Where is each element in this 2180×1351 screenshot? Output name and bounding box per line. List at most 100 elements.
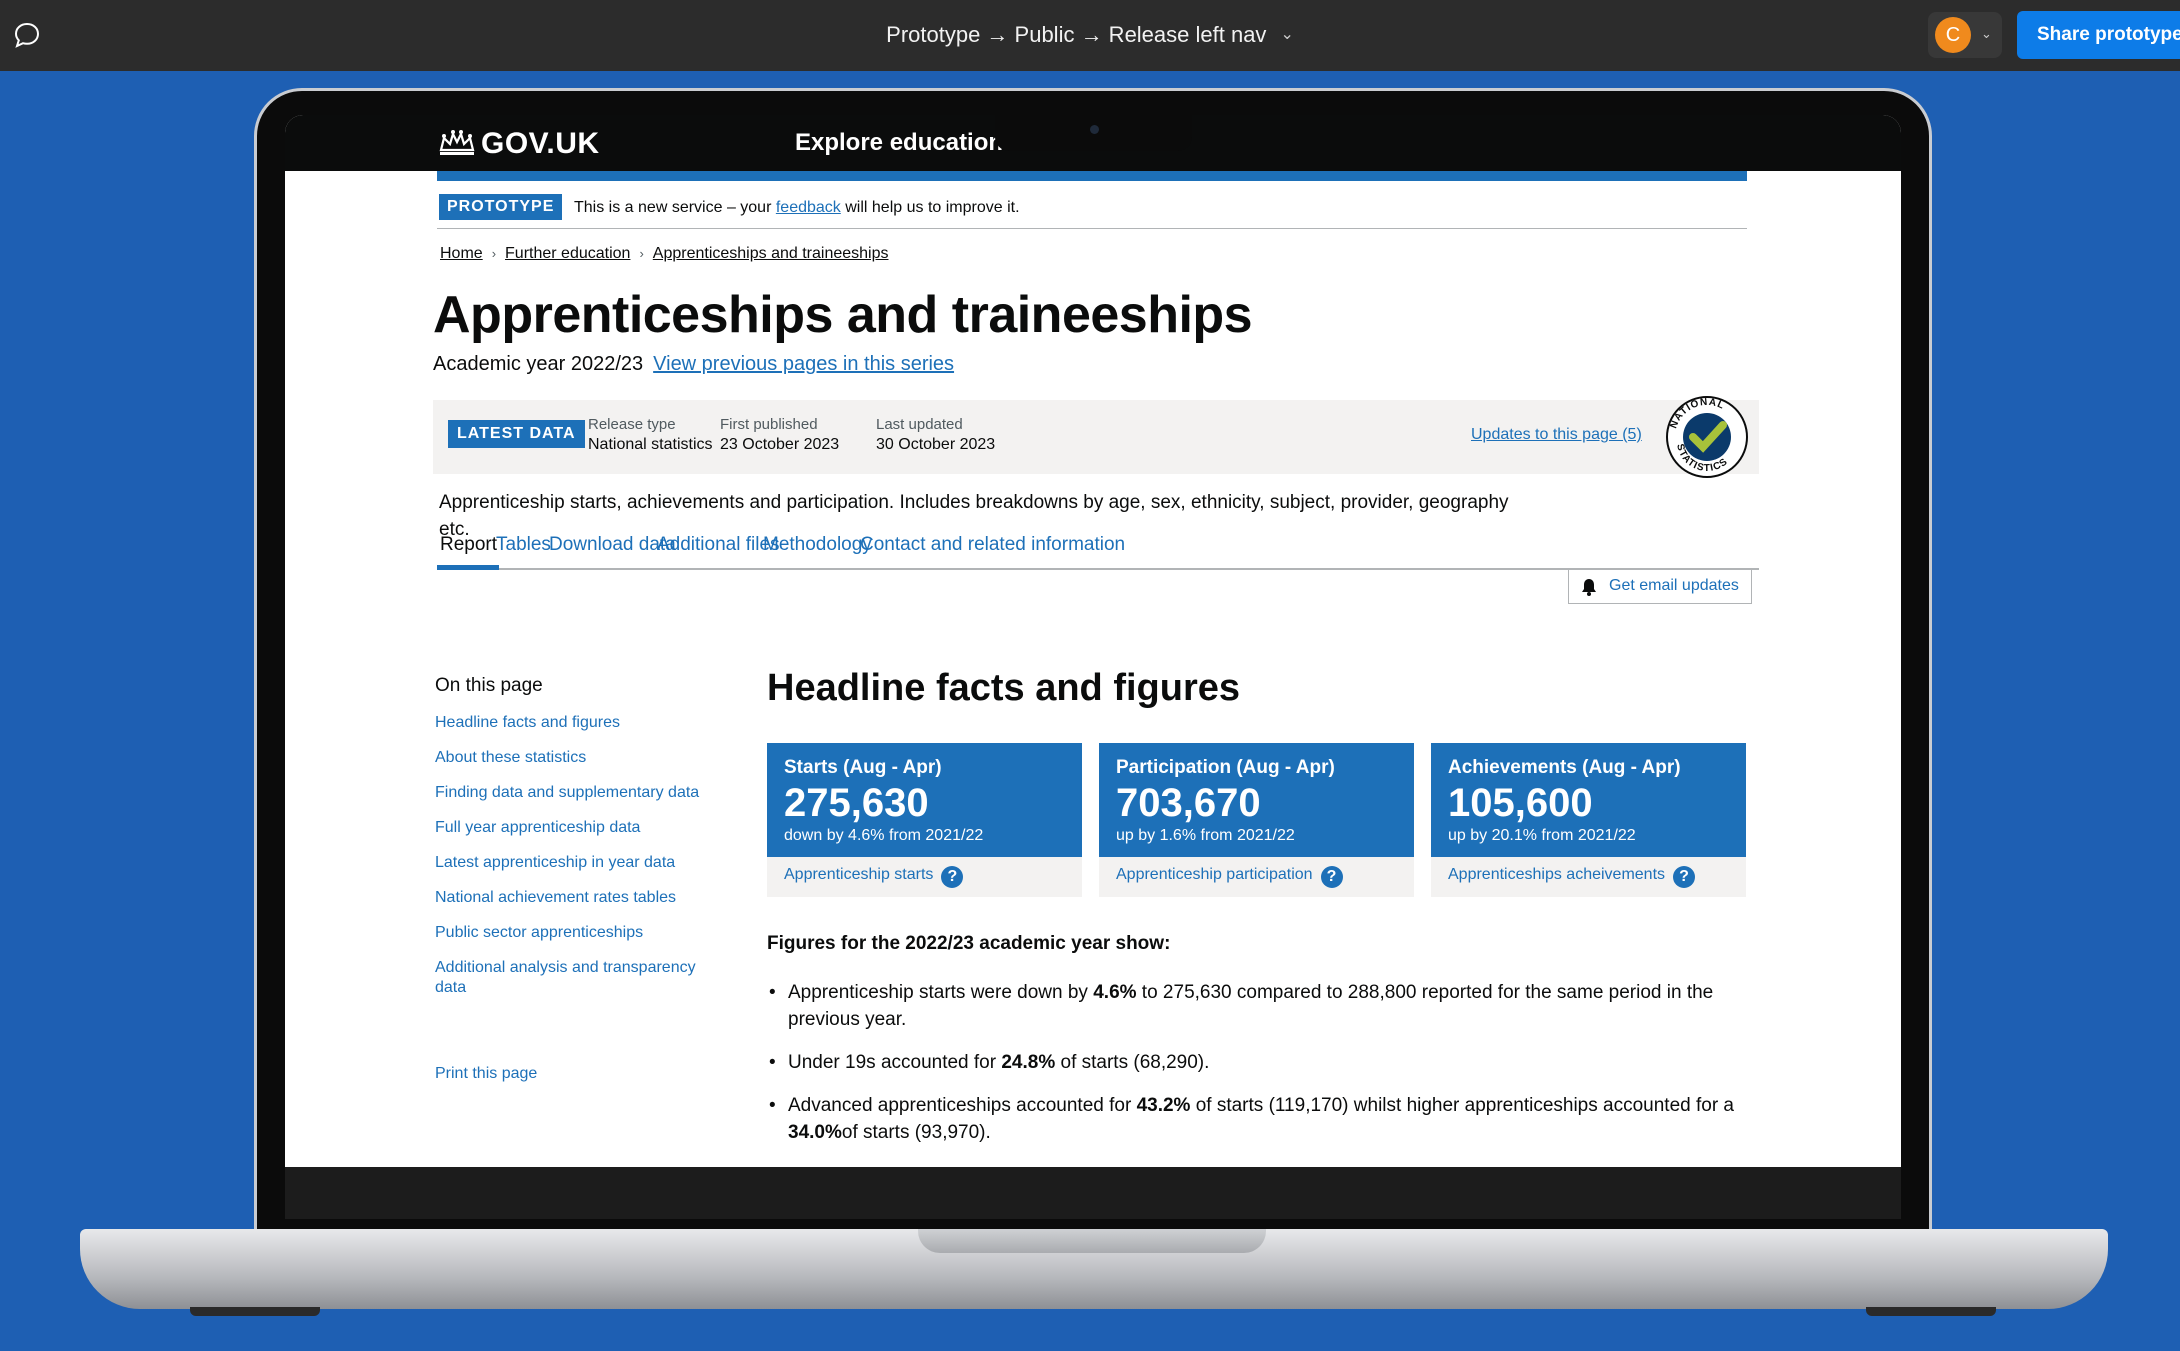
card-title: Achievements (Aug - Apr) [1448,757,1681,778]
nav-link-public-sector[interactable]: Public sector apprenticeships [435,923,725,943]
card-panel: Achievements (Aug - Apr) 105,600 up by 2… [1431,743,1746,857]
chevron-down-icon[interactable]: ⌄ [1981,26,1992,42]
tab-additional-files[interactable]: Additional files [657,534,780,556]
prototype-breadcrumb[interactable]: Prototype → Public → Release left nav ⌄ [0,22,2180,48]
last-updated: Last updated 30 October 2023 [876,416,995,454]
help-icon[interactable]: ? [1673,866,1696,888]
bullet-figure: 24.8% [1001,1052,1056,1073]
tab-contact[interactable]: Contact and related information [860,534,1125,556]
get-email-updates-button[interactable]: Get email updates [1568,569,1752,604]
breadcrumb-current[interactable]: Apprenticeships and traineeships [653,245,889,262]
help-icon[interactable]: ? [1320,866,1343,888]
participation-card: Participation (Aug - Apr) 703,670 up by … [1099,743,1414,901]
laptop-foot [1866,1307,1996,1316]
nav-link-headline[interactable]: Headline facts and figures [435,713,725,733]
govuk-logo-text[interactable]: GOV.UK [481,127,600,160]
card-change: up by 1.6% from 2021/22 [1116,827,1295,844]
bullet-figure: 34.0% [788,1122,842,1143]
phase-text-before: This is a new service – your [574,199,776,216]
first-published: First published 23 October 2023 [720,416,839,454]
first-published-value: 23 October 2023 [720,436,840,453]
list-item: Advanced apprenticeships accounted for 4… [767,1092,1757,1146]
page-title: Apprenticeships and traineeships [433,286,1253,344]
share-prototype-button[interactable]: Share prototype [2017,11,2180,59]
phase-banner: PROTOTYPE This is a new service – your f… [437,191,1747,229]
nav-link-about[interactable]: About these statistics [435,748,725,768]
nav-link-finding-data[interactable]: Finding data and supplementary data [435,783,725,803]
tab-tables[interactable]: Tables [496,534,551,556]
header-blue-rule [437,171,1747,181]
tab-methodology[interactable]: Methodology [763,534,872,556]
card-panel: Participation (Aug - Apr) 703,670 up by … [1099,743,1414,857]
academic-year: Academic year 2022/23 [433,353,644,375]
bullet-text: of starts (68,290). [1055,1052,1210,1073]
phase-text-after: will help us to improve it. [840,199,1020,216]
starts-card: Starts (Aug - Apr) 275,630 down by 4.6% … [767,743,1082,901]
nav-link-full-year[interactable]: Full year apprenticeship data [435,818,725,838]
bullet-figure: 43.2% [1136,1095,1191,1116]
prototype-breadcrumb-text[interactable]: Prototype → Public → Release left nav [886,22,1266,47]
achievements-card: Achievements (Aug - Apr) 105,600 up by 2… [1431,743,1746,901]
release-type-value: National statistics [588,436,713,453]
laptop-foot [190,1307,320,1316]
crown-icon [439,130,475,155]
bullet-text: of starts (93,970). [841,1122,991,1143]
help-icon[interactable]: ? [941,866,964,888]
camera-notch [995,115,1192,151]
card-link-label[interactable]: Apprenticeship starts [784,866,933,883]
govuk-logo[interactable]: GOV.UK [437,127,600,161]
nav-link-additional-analysis[interactable]: Additional analysis and transparency dat… [435,958,705,998]
card-definition-link[interactable]: Apprenticeship participation? [1099,857,1414,897]
card-value: 105,600 [1448,781,1593,825]
active-tab-indicator [437,565,499,570]
bullet-text: Apprenticeship starts were down by [788,982,1094,1003]
breadcrumb-home[interactable]: Home [440,245,483,262]
list-item: Under 19s accounted for 24.8% of starts … [767,1049,1757,1076]
last-updated-label: Last updated [876,416,963,433]
chevron-right-icon: › [491,246,497,261]
previous-pages-link[interactable]: View previous pages in this series [653,353,954,375]
headline-cards: Starts (Aug - Apr) 275,630 down by 4.6% … [767,743,1767,903]
nav-link-achievement-rates[interactable]: National achievement rates tables [435,888,725,908]
laptop-base-lip [918,1229,1266,1253]
bell-icon [1582,579,1596,596]
headline-title: Headline facts and figures [767,667,1241,709]
card-link-label[interactable]: Apprenticeships acheivements [1448,866,1665,883]
card-definition-link[interactable]: Apprenticeships acheivements? [1431,857,1746,897]
updates-link[interactable]: Updates to this page (5) [1471,426,1642,444]
card-value: 275,630 [784,781,929,825]
release-summary: LATEST DATA Release type National statis… [433,400,1759,474]
card-title: Starts (Aug - Apr) [784,757,942,778]
avatar[interactable]: C [1935,17,1971,53]
figures-title: Figures for the 2022/23 academic year sh… [767,933,1171,954]
national-statistics-badge-icon: NATIONAL STATISTICS [1666,396,1748,478]
phase-message: This is a new service – your feedback wi… [574,199,1020,217]
card-definition-link[interactable]: Apprenticeship starts? [767,857,1082,897]
tab-report[interactable]: Report [440,534,497,556]
key-figures-list: Apprenticeship starts were down by 4.6% … [767,979,1757,1162]
chevron-right-icon: › [639,246,644,261]
list-item: Apprenticeship starts were down by 4.6% … [767,979,1757,1033]
card-link-label[interactable]: Apprenticeship participation [1116,866,1313,883]
email-button-label[interactable]: Get email updates [1609,577,1739,594]
print-page-link[interactable]: Print this page [435,1065,537,1083]
bullet-text: Advanced apprenticeships accounted for [788,1095,1137,1116]
latest-data-tag: LATEST DATA [448,420,585,448]
chevron-down-icon[interactable]: ⌄ [1280,24,1293,44]
nav-link-latest-in-year[interactable]: Latest apprenticeship in year data [435,853,725,873]
last-updated-value: 30 October 2023 [876,436,996,453]
laptop-screen: GOV.UK Explore education statistics PROT… [285,115,1901,1167]
card-change: up by 20.1% from 2021/22 [1448,827,1636,844]
release-type: Release type National statistics [588,416,713,454]
release-type-label: Release type [588,416,676,433]
bullet-text: Under 19s accounted for [788,1052,1002,1073]
card-change: down by 4.6% from 2021/22 [784,827,984,844]
page-subtitle: Academic year 2022/23 View previous pages… [433,353,954,376]
on-this-page-nav: Headline facts and figures About these s… [435,713,725,1013]
feedback-link[interactable]: feedback [776,199,841,216]
section-tabs: Report Tables Download data Additional f… [437,532,1759,570]
bullet-figure: 4.6% [1093,982,1137,1003]
breadcrumb: Home › Further education › Apprenticeships a… [440,245,888,263]
camera-icon [1090,125,1099,134]
breadcrumb-further-education[interactable]: Further education [505,245,630,262]
